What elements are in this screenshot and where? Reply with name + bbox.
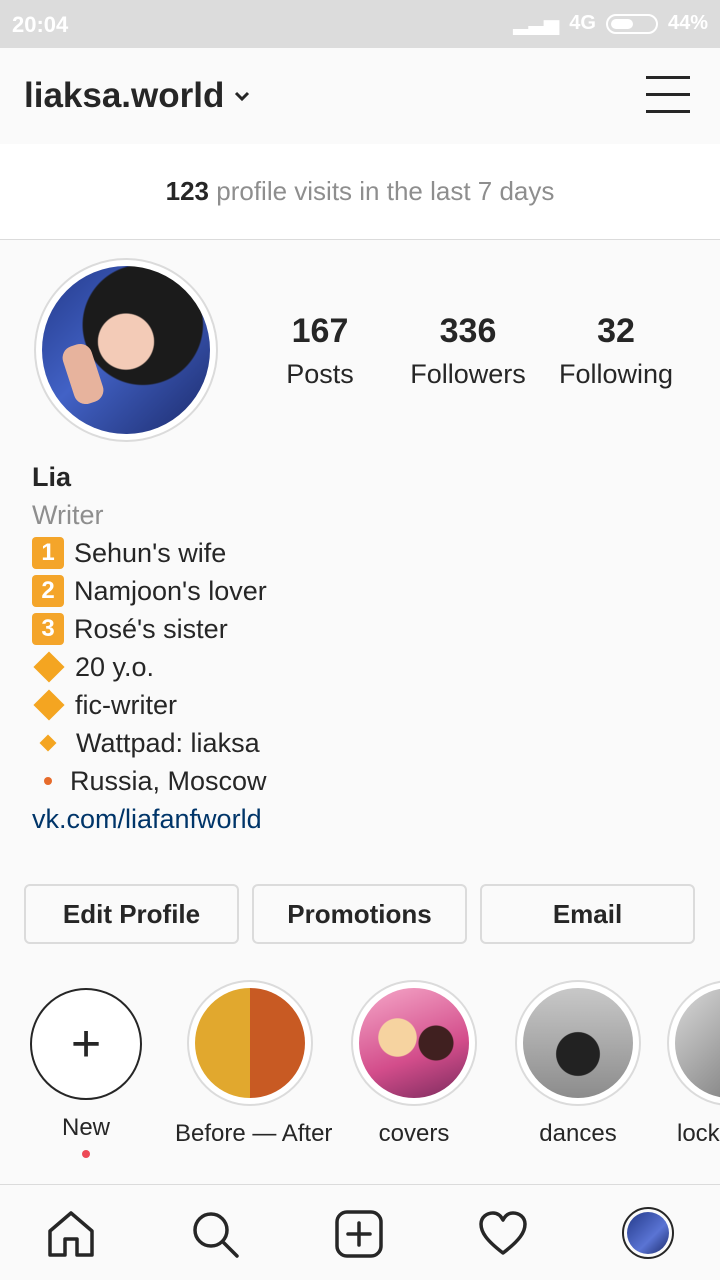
chevron-down-icon[interactable] <box>232 86 252 106</box>
highlight-label: covers <box>378 1120 450 1147</box>
stat-label: Followers <box>410 359 526 389</box>
bio-line: Wattpad: liaksa <box>32 724 692 762</box>
battery-icon <box>605 13 658 34</box>
keycap-three-icon: 3 <box>32 613 64 645</box>
highlight-item[interactable]: lock <box>667 980 720 1148</box>
email-button[interactable]: Email <box>480 884 695 944</box>
highlight-label: dances <box>539 1120 617 1147</box>
highlight-ring[interactable] <box>187 980 313 1106</box>
bio-line: 2 Namjoon's lover <box>32 572 692 610</box>
status-time: 20:04 <box>12 12 69 37</box>
stat-posts[interactable]: 167 Posts <box>246 312 394 390</box>
bio-line-text: Russia, Moscow <box>70 766 267 796</box>
highlight-item[interactable]: Before — After <box>175 980 333 1148</box>
avatar-image <box>42 266 210 434</box>
highlight-label: Before — After <box>175 1120 333 1147</box>
highlight-new[interactable]: + New <box>11 980 161 1158</box>
plus-icon: + <box>70 1015 102 1073</box>
highlight-cover <box>675 988 720 1098</box>
profile-avatar[interactable] <box>34 258 218 442</box>
highlight-ring[interactable] <box>667 980 720 1106</box>
bio-line-text: fic-writer <box>75 690 177 720</box>
edit-profile-button[interactable]: Edit Profile <box>24 884 239 944</box>
bio-line-text: Wattpad: liaksa <box>76 728 260 758</box>
bio-line-text: Namjoon's lover <box>74 576 267 606</box>
search-icon[interactable] <box>190 1209 240 1259</box>
bio-line-text: Rosé's sister <box>74 614 228 644</box>
profile-stats: 167 Posts 336 Followers 32 Following <box>246 312 706 390</box>
story-highlights: + New Before — After covers dances lock <box>0 980 720 1160</box>
network-label: 4G <box>569 12 596 34</box>
username-switcher[interactable]: liaksa.world <box>24 76 224 116</box>
stat-value: 32 <box>597 312 635 350</box>
orange-dot-icon <box>44 777 52 785</box>
new-highlight-circle[interactable]: + <box>30 988 142 1100</box>
highlight-cover <box>359 988 469 1098</box>
bio-line-text: Sehun's wife <box>74 538 227 568</box>
stat-label: Following <box>558 359 674 389</box>
highlight-label: lock <box>677 1120 720 1147</box>
highlight-item[interactable]: covers <box>339 980 489 1148</box>
keycap-two-icon: 2 <box>32 575 64 607</box>
bio-line: fic-writer <box>32 686 692 724</box>
profile-tab-avatar[interactable] <box>622 1207 674 1259</box>
stat-label: Posts <box>286 359 354 389</box>
stat-value: 167 <box>291 312 349 350</box>
add-post-icon[interactable] <box>334 1209 384 1259</box>
status-bar: 20:04 ▂▃▅ 4G 44% <box>0 0 720 48</box>
profile-visits-banner[interactable]: 123 profile visits in the last 7 days <box>0 144 720 240</box>
bio-line: 3 Rosé's sister <box>32 610 692 648</box>
highlight-item[interactable]: dances <box>503 980 653 1148</box>
home-icon[interactable] <box>46 1209 96 1259</box>
notification-dot <box>82 1150 90 1158</box>
bio-line: Russia, Moscow <box>32 762 692 800</box>
profile-actions: Edit Profile Promotions Email <box>24 884 696 944</box>
highlight-ring[interactable] <box>515 980 641 1106</box>
bio-line-text: 20 y.o. <box>75 652 155 682</box>
highlight-label: New <box>61 1114 110 1141</box>
profile-bio: Lia Writer 1 Sehun's wife 2 Namjoon's lo… <box>32 458 692 838</box>
orange-diamond-icon <box>33 689 65 721</box>
visits-count: 123 <box>165 176 209 206</box>
bio-line: 1 Sehun's wife <box>32 534 692 572</box>
keycap-one-icon: 1 <box>32 537 64 569</box>
bio-line: 20 y.o. <box>32 648 692 686</box>
menu-icon[interactable] <box>646 76 690 116</box>
stat-following[interactable]: 32 Following <box>542 312 690 390</box>
battery-percent: 44% <box>667 12 708 34</box>
profile-category: Writer <box>32 500 104 530</box>
stat-value: 336 <box>439 312 497 350</box>
highlight-cover <box>195 988 305 1098</box>
profile-header: liaksa.world <box>0 48 720 144</box>
heart-icon[interactable] <box>478 1209 528 1259</box>
highlight-cover <box>523 988 633 1098</box>
bio-website-link[interactable]: vk.com/liafanfworld <box>32 800 692 838</box>
bottom-navigation <box>0 1184 720 1280</box>
profile-name: Lia <box>32 462 72 492</box>
highlight-ring[interactable] <box>351 980 477 1106</box>
promotions-button[interactable]: Promotions <box>252 884 467 944</box>
visits-text: profile visits in the last 7 days <box>216 176 555 206</box>
signal-icon: ▂▃▅ <box>513 13 560 35</box>
stat-followers[interactable]: 336 Followers <box>394 312 542 390</box>
avatar-image <box>627 1212 669 1254</box>
orange-diamond-icon <box>33 651 65 683</box>
small-orange-diamond-icon <box>39 734 57 752</box>
